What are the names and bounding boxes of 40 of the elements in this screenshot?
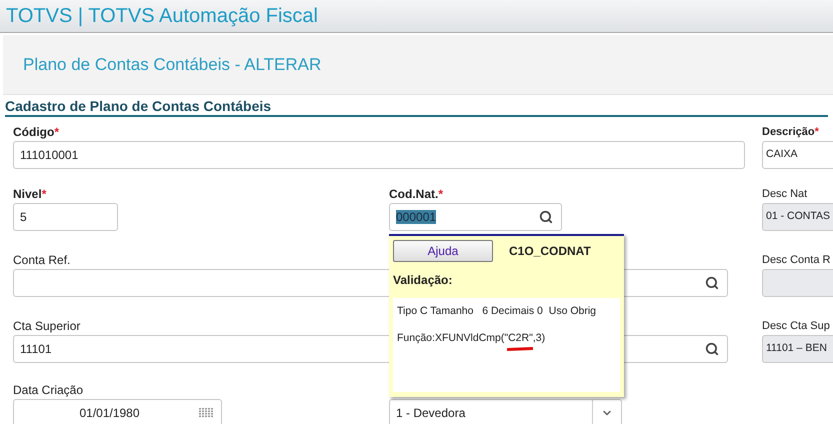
field-label: Desc Cta Sup bbox=[762, 319, 830, 333]
field-label: Cod.Nat.* bbox=[389, 187, 444, 201]
field-value: 01/01/1980 bbox=[79, 406, 140, 420]
field-label: Desc Nat bbox=[762, 187, 808, 201]
field-label: Cta Superior bbox=[13, 319, 80, 333]
section-title: Cadastro de Plano de Contas Contábeis bbox=[5, 98, 828, 117]
field-info: Tipo C Tamanho 6 Decimais 0 Uso Obrig bbox=[397, 304, 597, 319]
field-value: 1 - Devedora bbox=[396, 406, 466, 420]
input-field[interactable]: 111010001 bbox=[13, 141, 745, 169]
field-value: CAIXA bbox=[766, 147, 798, 162]
field-value: 11101 – BEN bbox=[766, 341, 827, 356]
field-value: 111010001 bbox=[20, 148, 78, 162]
field-label: Conta Ref. bbox=[13, 253, 70, 267]
required-mark: * bbox=[42, 187, 46, 201]
required-mark: * bbox=[438, 187, 444, 201]
field-label: Código* bbox=[13, 125, 59, 139]
field-label: Nivel* bbox=[13, 187, 46, 201]
annotation-underline bbox=[507, 346, 533, 351]
validation-heading: Validação: bbox=[393, 272, 454, 289]
field-value: 11101 bbox=[20, 342, 52, 356]
search-icon[interactable] bbox=[705, 342, 719, 356]
field-id: C1O_CODNAT bbox=[509, 243, 591, 260]
search-icon[interactable] bbox=[539, 210, 553, 224]
field-value: 000001 bbox=[396, 210, 436, 224]
calendar-icon[interactable] bbox=[199, 408, 213, 418]
input-field[interactable]: 5 bbox=[13, 203, 118, 231]
required-mark: * bbox=[54, 125, 59, 139]
dropdown[interactable]: 1 - Devedora bbox=[389, 399, 622, 424]
field-label: Descrição* bbox=[762, 125, 819, 139]
app-title: TOTVS | TOTVS Automação Fiscal bbox=[6, 4, 318, 29]
input-field[interactable]: CAIXA bbox=[762, 141, 833, 169]
field-label: Data Criação bbox=[13, 383, 84, 397]
help-button[interactable]: Ajuda bbox=[393, 240, 493, 262]
search-icon[interactable] bbox=[705, 276, 719, 290]
field-value: 5 bbox=[20, 210, 27, 224]
input-field[interactable]: 01/01/1980 bbox=[13, 399, 222, 424]
required-mark: * bbox=[814, 126, 819, 138]
field-label: Desc Conta R bbox=[762, 253, 830, 267]
field-value: 01 - CONTAS bbox=[766, 209, 830, 224]
page-title: Plano de Contas Contábeis - ALTERAR bbox=[23, 54, 322, 76]
